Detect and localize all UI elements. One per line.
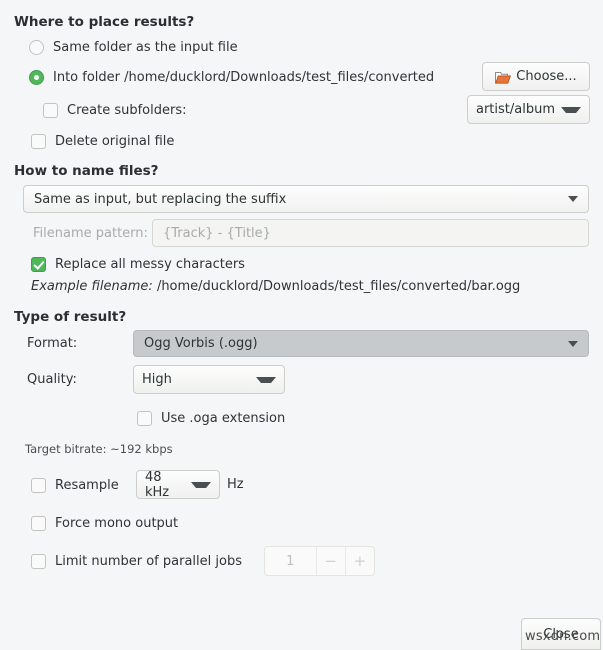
radio-label-same-folder: Same folder as the input file [53,39,238,55]
checkbox-row-create-subfolders[interactable]: Create subfolders: [43,101,186,119]
chevron-down-icon [568,340,578,347]
checkbox-label-replace-messy: Replace all messy characters [55,256,245,272]
section-heading-how-to-name: How to name files? [14,163,159,179]
quality-label: Quality: [27,372,77,387]
checkbox-resample[interactable] [31,477,46,493]
radio-into-folder[interactable] [29,69,44,85]
radio-row-into-folder[interactable]: Into folder /home/ducklord/Downloads/tes… [29,68,434,86]
section-heading-type-of-result: Type of result? [14,309,127,325]
choose-folder-label: Choose... [516,69,577,84]
format-dropdown[interactable]: Ogg Vorbis (.ogg) [133,330,589,357]
preferences-dialog: Where to place results? Same folder as t… [0,0,603,650]
checkbox-label-resample: Resample [55,477,119,493]
checkbox-row-replace-messy[interactable]: Replace all messy characters [31,255,245,273]
parallel-jobs-decrement-button[interactable]: − [315,547,345,575]
parallel-jobs-stepper[interactable]: 1 − + [264,546,375,576]
quality-value: High [142,372,172,387]
hz-label: Hz [227,477,244,492]
checkbox-delete-original[interactable] [31,133,46,149]
checkbox-replace-messy[interactable] [31,256,46,272]
radio-label-into-folder: Into folder /home/ducklord/Downloads/tes… [53,69,435,85]
parallel-jobs-increment-button[interactable]: + [344,547,374,575]
format-label: Format: [27,336,78,351]
filename-pattern-label: Filename pattern: [33,226,148,241]
folder-icon [495,70,512,84]
checkbox-limit-jobs[interactable] [31,553,46,569]
close-button[interactable]: Close [521,618,601,650]
resample-rate-value: 48 kHz [145,469,170,500]
checkbox-label-limit-jobs: Limit number of parallel jobs [55,553,242,569]
checkbox-row-limit-jobs[interactable]: Limit number of parallel jobs [31,552,242,570]
naming-scheme-value: Same as input, but replacing the suffix [34,191,287,207]
section-heading-where-to-place: Where to place results? [14,14,195,30]
naming-scheme-dropdown[interactable]: Same as input, but replacing the suffix [23,185,589,213]
radio-row-same-folder[interactable]: Same folder as the input file [29,38,238,56]
subfolders-pattern-dropdown[interactable]: artist/album [467,95,590,124]
checkbox-create-subfolders[interactable] [43,102,58,118]
filename-pattern-placeholder: {Track} - {Title} [163,225,271,241]
example-filename-value: /home/ducklord/Downloads/test_files/conv… [156,279,521,294]
checkbox-label-create-subfolders: Create subfolders: [67,102,187,118]
checkbox-row-delete-original[interactable]: Delete original file [31,132,174,150]
format-value: Ogg Vorbis (.ogg) [144,336,258,351]
checkbox-label-delete-original: Delete original file [55,133,175,149]
example-filename-row: Example filename: /home/ducklord/Downloa… [31,279,520,294]
radio-same-folder[interactable] [29,39,44,55]
checkbox-row-oga-extension[interactable]: Use .oga extension [137,409,285,427]
checkbox-force-mono[interactable] [31,515,46,531]
resample-rate-dropdown[interactable]: 48 kHz [136,469,220,500]
checkbox-label-oga-extension: Use .oga extension [161,410,286,426]
checkbox-label-force-mono: Force mono output [55,515,179,531]
parallel-jobs-value[interactable]: 1 [265,547,316,575]
subfolders-pattern-value: artist/album [476,102,556,117]
choose-folder-button[interactable]: Choose... [482,62,590,91]
chevron-down-icon [568,196,578,202]
checkbox-oga-extension[interactable] [137,410,152,426]
close-button-label: Close [543,626,579,642]
chevron-down-icon [561,106,581,113]
example-filename-label: Example filename: [31,279,153,294]
chevron-down-icon [191,481,211,488]
target-bitrate-note: Target bitrate: ~192 kbps [25,442,173,456]
filename-pattern-input[interactable]: {Track} - {Title} [152,219,589,247]
quality-dropdown[interactable]: High [133,365,285,394]
chevron-down-icon [256,376,276,383]
checkbox-row-force-mono[interactable]: Force mono output [31,514,178,532]
checkbox-row-resample[interactable]: Resample [31,476,119,494]
